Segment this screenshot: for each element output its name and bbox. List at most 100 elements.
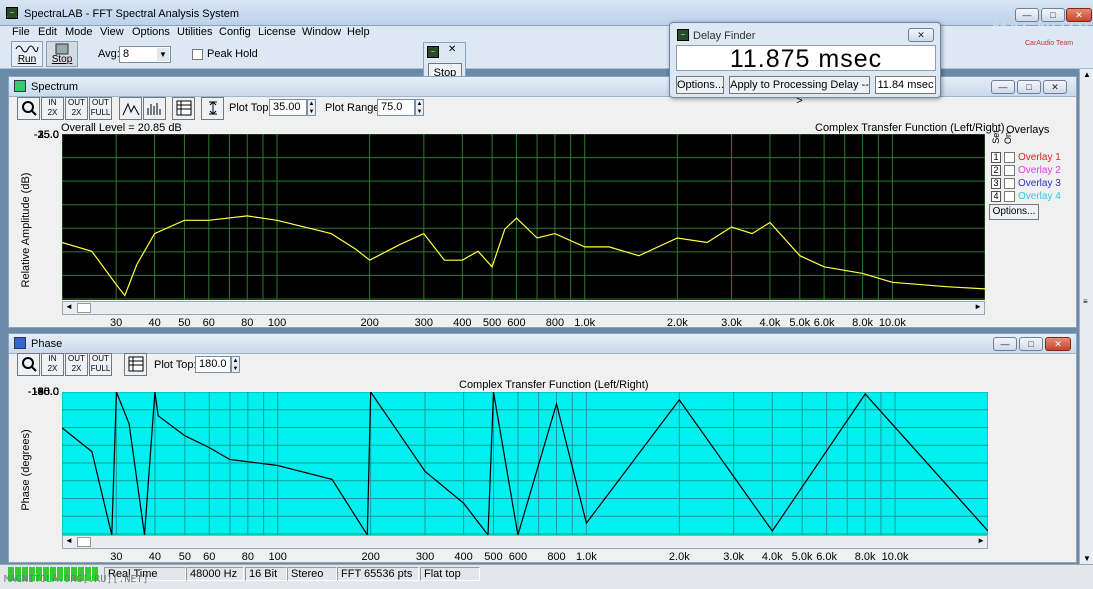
phase-zoom-full-icon[interactable]: OUT FULL [89,353,112,376]
minimize-button[interactable]: — [1015,8,1039,22]
close-icon[interactable]: ✕ [448,44,456,55]
run-button[interactable]: Run [11,41,43,67]
spectrum-title: Spectrum [31,81,79,93]
overlay-label: Overlay 3 [1018,178,1061,189]
zoom-icon[interactable] [17,97,40,120]
phase-minimize-button[interactable]: — [993,337,1017,351]
x-tick-label: 4.0k [761,551,783,563]
plot-range-label: Plot Range: [325,102,383,114]
scroll-right-icon[interactable]: ► [974,302,982,311]
overlay-set-button[interactable]: 3 [991,178,1001,189]
x-tick-label: 3.0k [723,551,745,563]
scroll-down-icon[interactable]: ▼ [1083,554,1091,563]
overlay-checkbox[interactable] [1004,178,1015,189]
vertical-range-icon[interactable] [201,97,224,120]
overlay-checkbox[interactable] [1004,191,1015,202]
phase-plot-top-input[interactable]: 180.0 [195,356,231,373]
peak-hold-checkbox[interactable] [192,49,203,60]
spectrum-minimize-button[interactable]: — [991,80,1015,94]
x-tick-label: 10.0k [881,551,909,563]
run-label: Run [17,54,37,65]
phase-plot-top-spinner[interactable]: ▲ ▼ [231,356,240,373]
zoom-in-2x-icon[interactable]: IN 2X [41,97,64,120]
phase-scroll-right-icon[interactable]: ► [977,536,985,545]
phase-close-button[interactable]: ✕ [1045,337,1071,351]
phase-zoom-in-icon[interactable]: IN 2X [41,353,64,376]
phase-maximize-button[interactable]: □ [1019,337,1043,351]
overlay-label: Overlay 4 [1018,191,1061,202]
overlay-row: 3 Overlay 3 [991,178,1076,190]
applied-delay-field: 11.84 msec [875,76,936,94]
x-tick-label: 6.0k [813,317,835,329]
chevron-down-icon: ▼ [157,48,169,61]
scroll-left-icon[interactable]: ◄ [65,302,73,311]
line-plot-icon[interactable] [119,97,142,120]
delay-options-button[interactable]: Options... [676,76,724,94]
overlay-label: Overlay 2 [1018,165,1061,176]
x-tick-label: 3.0k [721,317,742,329]
plot-top-spinner[interactable]: ▲ ▼ [307,99,316,116]
bar-plot-icon[interactable] [143,97,166,120]
menu-utilities[interactable]: Utilities [177,26,212,38]
plot-top-input[interactable]: 35.00 [269,99,307,116]
spectrum-y-label: Relative Amplitude (dB) [20,172,32,288]
overlay-checkbox[interactable] [1004,165,1015,176]
stop-button[interactable]: Stop [46,41,78,67]
phase-panel: Phase — □ ✕ IN 2X OUT 2X OUT FULL Plot Top:… [8,333,1077,563]
phase-scroll-left-icon[interactable]: ◄ [65,536,73,545]
zoom-out-2x-icon[interactable]: OUT 2X [65,97,88,120]
menu-options[interactable]: Options [132,26,170,38]
phase-scrollbar[interactable]: ◄ ► [62,535,988,549]
phase-table-icon[interactable] [124,353,147,376]
x-tick-label: 300 [415,551,435,563]
phase-zoom-icon[interactable] [17,353,40,376]
menu-mode[interactable]: Mode [65,26,93,38]
plot-range-input[interactable]: 75.0 [377,99,415,116]
avg-select[interactable]: 8 ▼ [119,46,171,63]
close-button[interactable]: ✕ [1066,8,1092,22]
maximize-button[interactable]: □ [1041,8,1065,22]
stop-label: Stop [51,54,73,65]
plot-range-spinner[interactable]: ▲ ▼ [415,99,424,116]
menu-help[interactable]: Help [347,26,370,38]
menu-edit[interactable]: Edit [38,26,57,38]
phase-chart [62,392,988,535]
x-tick-label: 100 [267,317,287,329]
menu-view[interactable]: View [100,26,124,38]
apply-delay-button[interactable]: Apply to Processing Delay --> [729,76,870,107]
x-tick-label: 8.0k [854,551,876,563]
overlay-options-button[interactable]: Options... [989,204,1039,220]
main-vertical-scrollbar[interactable]: ▲ ≡ ▼ [1079,69,1093,564]
scroll-grip-icon[interactable]: ≡ [1083,297,1088,306]
overlay-set-button[interactable]: 1 [991,152,1001,163]
table-icon[interactable] [172,97,195,120]
menu-config[interactable]: Config [219,26,251,38]
scroll-thumb[interactable] [77,303,91,313]
y-tick-label: -180.0 [27,386,59,398]
zoom-full-icon[interactable]: OUT FULL [89,97,112,120]
x-tick-label: 8.0k [852,317,873,329]
x-tick-label: 10.0k [878,317,906,329]
overlay-set-button[interactable]: 4 [991,191,1001,202]
overlay-set-button[interactable]: 2 [991,165,1001,176]
spectrum-scrollbar[interactable]: ◄ ► [62,301,985,315]
window-title: SpectraLAB - FFT Spectral Analysis Syste… [24,8,239,20]
phase-icon [14,337,26,349]
overlay-checkbox[interactable] [1004,152,1015,163]
menu-file[interactable]: File [12,26,30,38]
spectrum-chart [62,134,985,300]
x-tick-label: 100 [268,551,287,563]
spectrum-icon [14,80,26,92]
menu-window[interactable]: Window [302,26,341,38]
spectrum-maximize-button[interactable]: □ [1017,80,1041,94]
spectrum-close-button[interactable]: ✕ [1043,80,1067,94]
phase-scroll-thumb[interactable] [77,537,91,547]
scroll-up-icon[interactable]: ▲ [1083,70,1091,79]
mini-window-icon: ~ [427,46,439,58]
x-tick-label: 300 [414,317,434,329]
phase-zoom-out-icon[interactable]: OUT 2X [65,353,88,376]
x-tick-label: 600 [507,317,526,329]
spectrum-panel: Spectrum — □ ✕ IN 2X OUT 2X OUT FULL Plot T… [8,76,1077,329]
delay-close-button[interactable]: ✕ [908,28,934,42]
menu-license[interactable]: License [258,26,296,38]
